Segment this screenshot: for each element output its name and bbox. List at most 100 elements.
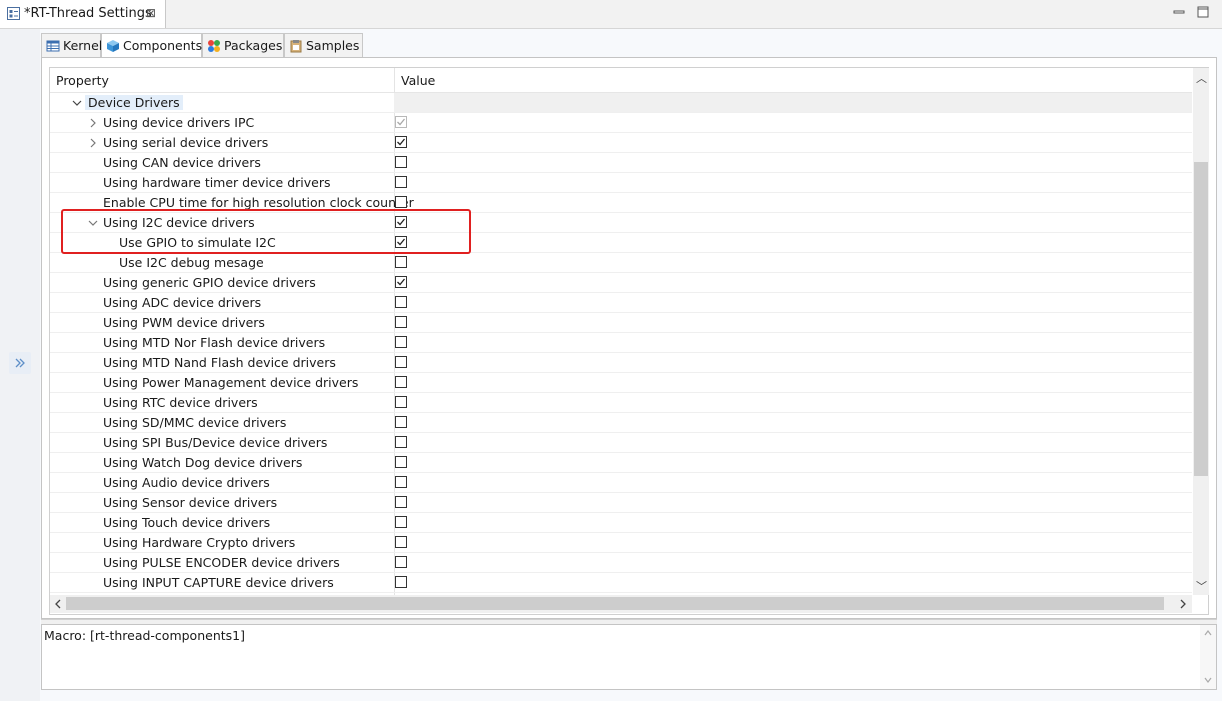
scroll-up-icon[interactable] (1204, 630, 1212, 636)
tree-row[interactable]: Using SPI Bus/Device device drivers (50, 433, 1192, 453)
tree-row-label: Using ADC device drivers (103, 295, 262, 310)
tree-row-label: Using Sensor device drivers (103, 495, 278, 510)
tree-row[interactable]: Using Power Management device drivers (50, 373, 1192, 393)
tree-row[interactable]: Using CAN device drivers (50, 153, 1192, 173)
expand-panel-button[interactable] (9, 352, 31, 374)
tree-row-label: Use GPIO to simulate I2C (119, 235, 276, 250)
chevron-right-icon[interactable] (88, 118, 98, 128)
tree-row-label: Using MTD Nor Flash device drivers (103, 335, 326, 350)
tree-row-label: Using Audio device drivers (103, 475, 270, 490)
chevron-down-icon[interactable] (88, 218, 98, 228)
row-checkbox[interactable] (395, 316, 407, 328)
tree-row[interactable]: Use I2C debug mesage (50, 253, 1192, 273)
editor-tab-title: *RT-Thread Settings (24, 6, 152, 21)
table-header: Property Value (50, 68, 1192, 93)
minimize-icon[interactable] (1172, 5, 1186, 19)
tree-row-label: Enable CPU time for high resolution cloc… (103, 195, 414, 210)
horizontal-scroll-thumb[interactable] (66, 597, 1164, 610)
close-icon[interactable]: ⊠ (146, 6, 156, 20)
row-checkbox[interactable] (395, 456, 407, 468)
row-checkbox[interactable] (395, 436, 407, 448)
row-checkbox[interactable] (395, 496, 407, 508)
row-checkbox[interactable] (395, 256, 407, 268)
chevron-down-icon[interactable] (72, 98, 82, 108)
row-checkbox[interactable] (395, 156, 407, 168)
tree-row-label: Using Hardware Crypto drivers (103, 535, 296, 550)
tree-row[interactable]: Using Touch device drivers (50, 513, 1192, 533)
row-checkbox[interactable] (395, 376, 407, 388)
tab-samples[interactable]: Samples (284, 33, 363, 57)
editor-tab-rt-thread-settings[interactable]: *RT-Thread Settings ⊠ (0, 0, 166, 28)
tree-row[interactable]: Using MTD Nor Flash device drivers (50, 333, 1192, 353)
tree-row-label: Using SD/MMC device drivers (103, 415, 287, 430)
macro-text: Macro: [rt-thread-components1] (44, 628, 245, 643)
scroll-up-icon[interactable]: ︿ (1196, 70, 1207, 86)
row-checkbox[interactable] (395, 296, 407, 308)
tree-row-label: Using I2C device drivers (103, 215, 255, 230)
row-checkbox[interactable] (395, 556, 407, 568)
tab-components-label: Components (123, 38, 203, 53)
tab-components[interactable]: Components (101, 33, 202, 58)
row-checkbox[interactable] (395, 276, 407, 288)
scroll-down-icon[interactable] (1204, 677, 1212, 683)
tree-row[interactable]: Enable CPU time for high resolution cloc… (50, 193, 1192, 213)
scroll-down-icon[interactable]: ﹀ (1196, 578, 1207, 594)
tree-row-device-drivers[interactable]: Device Drivers (50, 93, 1192, 113)
tree-row-label: Using INPUT CAPTURE device drivers (103, 575, 334, 590)
row-checkbox[interactable] (395, 516, 407, 528)
row-checkbox[interactable] (395, 356, 407, 368)
maximize-icon[interactable] (1196, 5, 1210, 19)
row-checkbox[interactable] (395, 196, 407, 208)
tree-row-label: Using Watch Dog device drivers (103, 455, 303, 470)
tree-row[interactable]: Using I2C device drivers (50, 213, 1192, 233)
row-checkbox[interactable] (395, 216, 407, 228)
checkmark-icon (397, 118, 406, 126)
tree-row[interactable]: Using RTC device drivers (50, 393, 1192, 413)
row-checkbox[interactable] (395, 536, 407, 548)
row-checkbox[interactable] (395, 136, 407, 148)
settings-file-icon (7, 7, 20, 20)
row-checkbox[interactable] (395, 236, 407, 248)
tree-row[interactable]: Use GPIO to simulate I2C (50, 233, 1192, 253)
vertical-scrollbar[interactable]: ︿ ﹀ (1193, 68, 1209, 595)
tree-row-label: Using PWM device drivers (103, 315, 265, 330)
row-checkbox[interactable] (395, 416, 407, 428)
tree-row[interactable]: Using ADC device drivers (50, 293, 1192, 313)
row-checkbox[interactable] (395, 336, 407, 348)
scroll-right-icon[interactable] (1179, 599, 1187, 609)
tab-packages[interactable]: Packages (202, 33, 284, 57)
group-value-cell (394, 93, 1192, 112)
column-header-value[interactable]: Value (401, 73, 435, 88)
column-header-property[interactable]: Property (56, 73, 109, 88)
macro-vertical-scrollbar[interactable] (1200, 625, 1216, 689)
scroll-left-icon[interactable] (54, 599, 62, 609)
horizontal-scrollbar[interactable] (50, 595, 1192, 613)
tree-row[interactable]: Using SD/MMC device drivers (50, 413, 1192, 433)
tree-row[interactable]: Using generic GPIO device drivers (50, 273, 1192, 293)
row-checkbox[interactable] (395, 396, 407, 408)
tree-row-label: Using Touch device drivers (103, 515, 271, 530)
tree-row[interactable]: Using Hardware Crypto drivers (50, 533, 1192, 553)
tree-row[interactable]: Using Audio device drivers (50, 473, 1192, 493)
tree-row[interactable]: Using hardware timer device drivers (50, 173, 1192, 193)
tree-row[interactable]: Using INPUT CAPTURE device drivers (50, 573, 1192, 593)
table-icon (46, 40, 60, 52)
row-checkbox[interactable] (395, 476, 407, 488)
row-checkbox[interactable] (395, 576, 407, 588)
tree-row[interactable]: Using PULSE ENCODER device drivers (50, 553, 1192, 573)
tree-row[interactable]: Using PWM device drivers (50, 313, 1192, 333)
checkmark-icon (397, 238, 406, 246)
vertical-scroll-thumb[interactable] (1194, 162, 1208, 476)
tree-row[interactable]: Using device drivers IPC (50, 113, 1192, 133)
tree-row[interactable]: Using Sensor device drivers (50, 493, 1192, 513)
tab-kernel[interactable]: Kernel (41, 33, 102, 57)
chevron-right-icon[interactable] (88, 138, 98, 148)
property-tree-table: Property Value Device Drivers Using devi… (49, 67, 1209, 615)
tree-row[interactable]: Using serial device drivers (50, 133, 1192, 153)
tree-row-label: Using Power Management device drivers (103, 375, 359, 390)
tree-row[interactable]: Using MTD Nand Flash device drivers (50, 353, 1192, 373)
tree-row-label: Using CAN device drivers (103, 155, 261, 170)
tree-row-label: Using SPI Bus/Device device drivers (103, 435, 328, 450)
tree-row[interactable]: Using Watch Dog device drivers (50, 453, 1192, 473)
row-checkbox[interactable] (395, 176, 407, 188)
